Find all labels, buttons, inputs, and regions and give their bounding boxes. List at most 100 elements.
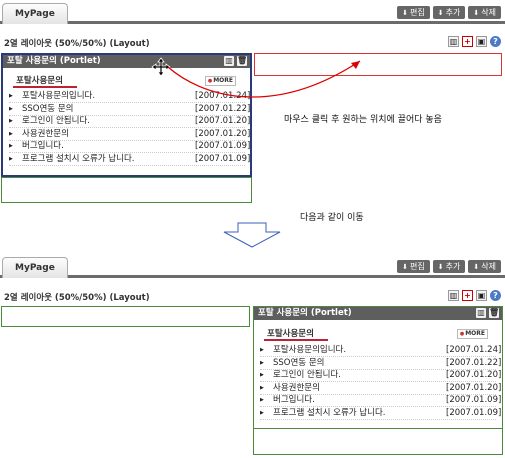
left-drop-zone bbox=[1, 177, 252, 203]
bullet-icon: ▶ bbox=[260, 359, 264, 366]
drag-instruction: 마우스 클릭 후 원하는 위치에 끌어다 놓음 bbox=[284, 115, 442, 125]
after-panel: MyPage ⬇ 편집 ⬇ 추가 ⬇ 삭제 2열 레이아웃 (50%/50%) (La… bbox=[0, 254, 505, 458]
add-icon[interactable]: + bbox=[462, 290, 473, 301]
layout-title: 2열 레이아웃 (50%/50%) (Layout) bbox=[4, 39, 150, 49]
list-item-title: 사용권한문의 bbox=[22, 128, 69, 139]
list-item[interactable]: ▶ 로그인이 안됩니다. [2007.01.20] bbox=[9, 115, 250, 127]
help-icon[interactable]: ? bbox=[490, 290, 501, 301]
row-separator bbox=[9, 164, 245, 166]
bullet-icon: ▶ bbox=[260, 397, 264, 403]
layout-title: 2열 레이아웃 (50%/50%) (Layout) bbox=[4, 293, 150, 303]
image-icon[interactable]: ▣ bbox=[476, 36, 487, 47]
bullet-icon: ▶ bbox=[260, 347, 264, 353]
list-item-title: SSO연동 문의 bbox=[273, 357, 325, 368]
list-item-title: SSO연동 문의 bbox=[22, 103, 74, 114]
list-item[interactable]: ▶ 로그인이 안됩니다. [2007.01.20] bbox=[260, 369, 501, 381]
bullet-icon: ▶ bbox=[9, 130, 13, 137]
list-item-date: [2007.01.20] bbox=[195, 116, 251, 126]
down-arrow-icon bbox=[223, 222, 281, 248]
list-item-date: [2007.01.09] bbox=[446, 407, 502, 418]
add-icon[interactable]: + bbox=[462, 36, 473, 47]
list-item[interactable]: ▶ 버그입니다. [2007.01.09] bbox=[9, 140, 250, 152]
delete-button[interactable]: ⬇ 삭제 bbox=[468, 260, 501, 273]
chart-icon[interactable]: ▥ bbox=[448, 290, 459, 301]
tab-bar: MyPage ⬇ 편집 ⬇ 추가 ⬇ 삭제 bbox=[0, 254, 505, 278]
add-button[interactable]: ⬇ 추가 bbox=[432, 260, 466, 273]
list-item-title: 사용권한문의 bbox=[273, 382, 320, 393]
list-item-date: [2007.01.20] bbox=[195, 128, 251, 139]
bullet-icon: ▶ bbox=[260, 384, 264, 391]
list-item[interactable]: ▶ 사용권한문의 [2007.01.20] bbox=[9, 128, 250, 140]
tab-label: MyPage bbox=[15, 9, 55, 19]
chart-icon[interactable]: ▥ bbox=[448, 36, 459, 47]
edit-label: 편집 bbox=[410, 8, 425, 17]
portlet-title: 포탈 사용문의 (Portlet) bbox=[7, 56, 101, 66]
list-item[interactable]: ▶ SSO연동 문의 [2007.01.22] bbox=[260, 357, 501, 369]
before-panel: MyPage ⬇ 편집 ⬇ 추가 ⬇ 삭제 2열 레이아웃 (50%/50%) (La… bbox=[0, 0, 505, 205]
list-item-date: [2007.01.20] bbox=[446, 370, 502, 380]
list-item[interactable]: ▶ 프로그램 설치시 오류가 납니다. [2007.01.09] bbox=[260, 407, 501, 419]
image-icon[interactable]: ▣ bbox=[476, 290, 487, 301]
portlet-footer-zone bbox=[253, 428, 503, 455]
tab-label: MyPage bbox=[15, 263, 55, 273]
list-item-title: 프로그램 설치시 오류가 납니다. bbox=[273, 407, 386, 418]
tab-bar: MyPage ⬇ 편집 ⬇ 추가 ⬇ 삭제 bbox=[0, 0, 505, 24]
list-item-title: 포탈사용문의입니다. bbox=[22, 91, 96, 101]
bullet-icon: ▶ bbox=[9, 118, 13, 124]
edit-button[interactable]: ⬇ 편집 bbox=[397, 6, 430, 19]
arrow-down-icon: ⬇ bbox=[402, 263, 409, 271]
list-item-title: 버그입니다. bbox=[22, 141, 64, 151]
bullet-icon: ▶ bbox=[9, 105, 13, 112]
edit-button[interactable]: ⬇ 편집 bbox=[397, 260, 430, 273]
chart-icon[interactable]: ▥ bbox=[476, 308, 486, 318]
layout-icons: ▥ + ▣ ? bbox=[448, 36, 501, 47]
list-item-date: [2007.01.09] bbox=[195, 141, 251, 151]
help-icon[interactable]: ? bbox=[490, 36, 501, 47]
delete-button[interactable]: ⬇ 삭제 bbox=[468, 6, 501, 19]
list-item-title: 로그인이 안됩니다. bbox=[22, 116, 90, 126]
list-item[interactable]: ▶ 버그입니다. [2007.01.09] bbox=[260, 394, 501, 406]
portlet-subtitle: 포탈사용문의 bbox=[16, 76, 63, 86]
list-item[interactable]: ▶ 프로그램 설치시 오류가 납니다. [2007.01.09] bbox=[9, 153, 250, 165]
bullet-icon: ▶ bbox=[9, 143, 13, 149]
drag-arrow bbox=[167, 60, 361, 98]
add-label: 추가 bbox=[445, 262, 461, 271]
bullet-icon: ▶ bbox=[260, 372, 264, 378]
list-item[interactable]: ▶ 사용권한문의 [2007.01.20] bbox=[260, 382, 501, 394]
portlet-moved[interactable]: 포탈 사용문의 (Portlet) ▥ 🗑 포탈사용문의 MORE ▶ 포탈사용문… bbox=[253, 306, 503, 455]
arrow-down-icon: ⬇ bbox=[437, 9, 444, 17]
arrow-down-icon: ⬇ bbox=[473, 263, 480, 271]
left-drop-zone bbox=[1, 306, 250, 327]
list-item-date: [2007.01.09] bbox=[195, 153, 251, 164]
more-button[interactable]: MORE bbox=[456, 329, 488, 339]
arrow-down-icon: ⬇ bbox=[437, 263, 444, 271]
row-separator bbox=[260, 418, 496, 420]
portlet-title: 포탈 사용문의 (Portlet) bbox=[258, 308, 352, 318]
tab-mypage[interactable]: MyPage bbox=[2, 257, 68, 278]
portlet-subtitle: 포탈사용문의 bbox=[267, 329, 314, 339]
edit-label: 편집 bbox=[410, 262, 425, 271]
list-item[interactable]: ▶ 포탈사용문의입니다. [2007.01.24] bbox=[260, 344, 501, 356]
list-item-date: [2007.01.09] bbox=[446, 395, 502, 405]
list-item-title: 로그인이 안됩니다. bbox=[273, 370, 341, 380]
bullet-icon: ▶ bbox=[9, 155, 13, 162]
delete-label: 삭제 bbox=[481, 8, 496, 17]
toolbar: ⬇ 편집 ⬇ 추가 ⬇ 삭제 bbox=[397, 6, 501, 19]
list-item-title: 포탈사용문의입니다. bbox=[273, 345, 347, 355]
arrow-down-icon: ⬇ bbox=[473, 9, 480, 17]
add-label: 추가 bbox=[445, 8, 461, 17]
layout-icons: ▥ + ▣ ? bbox=[448, 290, 501, 301]
portlet-title-bar[interactable]: 포탈 사용문의 (Portlet) ▥ 🗑 bbox=[254, 307, 502, 320]
tab-mypage[interactable]: MyPage bbox=[2, 3, 68, 24]
arrow-down-icon: ⬇ bbox=[402, 9, 409, 17]
toolbar: ⬇ 편집 ⬇ 추가 ⬇ 삭제 bbox=[397, 260, 501, 273]
move-caption: 다음과 같이 이동 bbox=[300, 213, 364, 223]
trash-icon[interactable]: 🗑 bbox=[489, 308, 499, 318]
bullet-icon: ▶ bbox=[260, 409, 264, 416]
list-item-title: 프로그램 설치시 오류가 납니다. bbox=[22, 153, 135, 164]
list-item-date: [2007.01.20] bbox=[446, 382, 502, 393]
bullet-icon: ▶ bbox=[9, 93, 13, 99]
list-item-title: 버그입니다. bbox=[273, 395, 315, 405]
add-button[interactable]: ⬇ 추가 bbox=[432, 6, 466, 19]
list-item-date: [2007.01.22] bbox=[446, 357, 502, 368]
